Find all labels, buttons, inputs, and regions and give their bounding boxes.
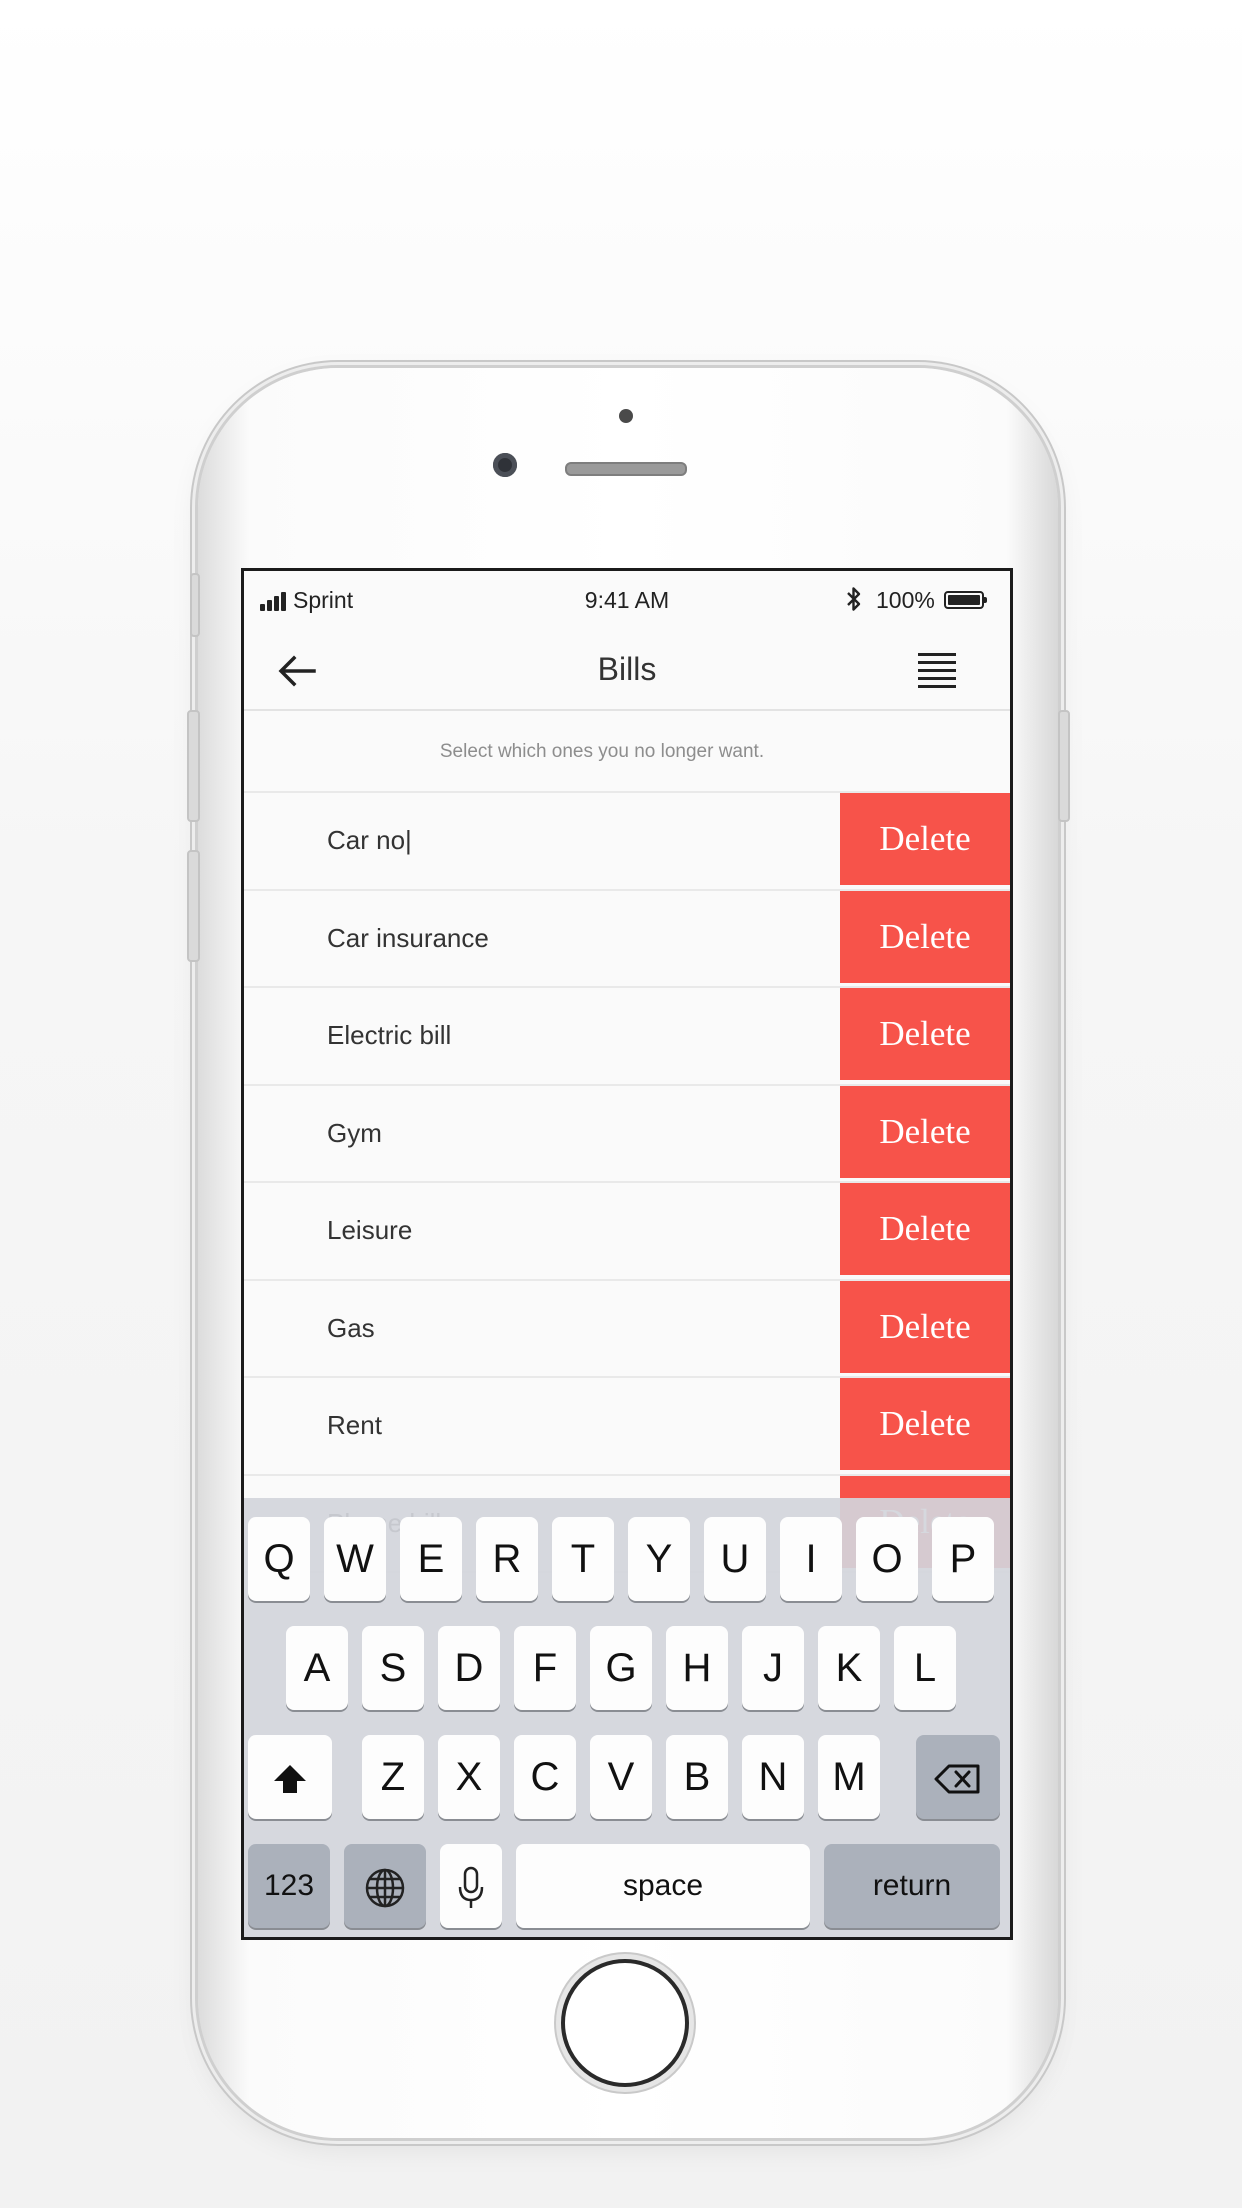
list-item: Car no Delete [244,793,1010,891]
bluetooth-icon [847,587,861,611]
list-item: Car insurance Delete [244,890,1010,988]
volume-up-button [187,710,200,822]
home-button[interactable] [561,1959,689,2087]
key-y[interactable]: Y [628,1517,690,1601]
key-m[interactable]: M [818,1735,880,1819]
key-f[interactable]: F [514,1626,576,1710]
delete-button[interactable]: Delete [840,793,1010,885]
key-t[interactable]: T [552,1517,614,1601]
shift-key[interactable] [248,1735,332,1819]
key-u[interactable]: U [704,1517,766,1601]
power-button [1058,710,1070,822]
key-n[interactable]: N [742,1735,804,1819]
key-w[interactable]: W [324,1517,386,1601]
bill-name[interactable]: Gas [327,1281,375,1376]
bill-name[interactable]: Rent [327,1378,382,1473]
key-x[interactable]: X [438,1735,500,1819]
list-item: Gym Delete [244,1085,1010,1183]
volume-down-button [187,850,200,962]
proximity-sensor [619,409,633,423]
key-k[interactable]: K [818,1626,880,1710]
bill-list: Car no Delete Car insurance Delete Elect… [244,793,1010,1573]
key-p[interactable]: P [932,1517,994,1601]
backspace-icon [934,1764,980,1794]
globe-key[interactable] [344,1844,426,1928]
key-a[interactable]: A [286,1626,348,1710]
earpiece-speaker [565,462,687,476]
key-j[interactable]: J [742,1626,804,1710]
key-q[interactable]: Q [248,1517,310,1601]
bill-name[interactable]: Leisure [327,1183,412,1278]
bill-name[interactable]: Electric bill [327,988,451,1083]
key-c[interactable]: C [514,1735,576,1819]
key-l[interactable]: L [894,1626,956,1710]
status-bar: Sprint 9:41 AM 100% [244,571,1010,631]
battery-percentage: 100% [876,587,935,613]
bill-name[interactable]: Car insurance [327,891,489,986]
bill-name[interactable]: Gym [327,1086,382,1181]
delete-button[interactable]: Delete [840,1183,1010,1275]
key-b[interactable]: B [666,1735,728,1819]
list-item: Leisure Delete [244,1183,1010,1281]
delete-button[interactable]: Delete [840,988,1010,1080]
globe-icon [365,1869,405,1908]
key-v[interactable]: V [590,1735,652,1819]
dictation-key[interactable] [440,1844,502,1928]
mute-switch [190,573,200,637]
key-r[interactable]: R [476,1517,538,1601]
key-d[interactable]: D [438,1626,500,1710]
delete-button[interactable]: Delete [840,1378,1010,1470]
space-key[interactable]: space [516,1844,810,1928]
backspace-key[interactable] [916,1735,1000,1819]
shift-arrow-icon [274,1765,306,1794]
key-h[interactable]: H [666,1626,728,1710]
return-key[interactable]: return [824,1844,1000,1928]
key-g[interactable]: G [590,1626,652,1710]
page-title: Bills [597,651,657,687]
microphone-icon [458,1867,484,1909]
list-item: Rent Delete [244,1378,1010,1476]
instruction-text: Select which ones you no longer want. [244,711,960,793]
delete-button[interactable]: Delete [840,1085,1010,1178]
key-s[interactable]: S [362,1626,424,1710]
menu-button[interactable] [918,653,958,689]
list-item: Electric bill Delete [244,988,1010,1086]
delete-button[interactable]: Delete [840,890,1010,983]
key-o[interactable]: O [856,1517,918,1601]
onscreen-keyboard: Q W E R T Y U I O P A S D F G H J K L Z … [244,1498,1010,1937]
navigation-bar: Bills [244,631,1010,711]
battery-icon [944,591,987,609]
front-camera [493,453,517,477]
key-z[interactable]: Z [362,1735,424,1819]
list-item: Gas Delete [244,1280,1010,1378]
delete-button[interactable]: Delete [840,1280,1010,1373]
key-e[interactable]: E [400,1517,462,1601]
menu-icon [918,653,956,656]
bill-name-input[interactable]: Car no [327,793,412,888]
numbers-key[interactable]: 123 [248,1844,330,1928]
phone-screen: Sprint 9:41 AM 100% Bills Select which o… [241,568,1013,1940]
key-i[interactable]: I [780,1517,842,1601]
